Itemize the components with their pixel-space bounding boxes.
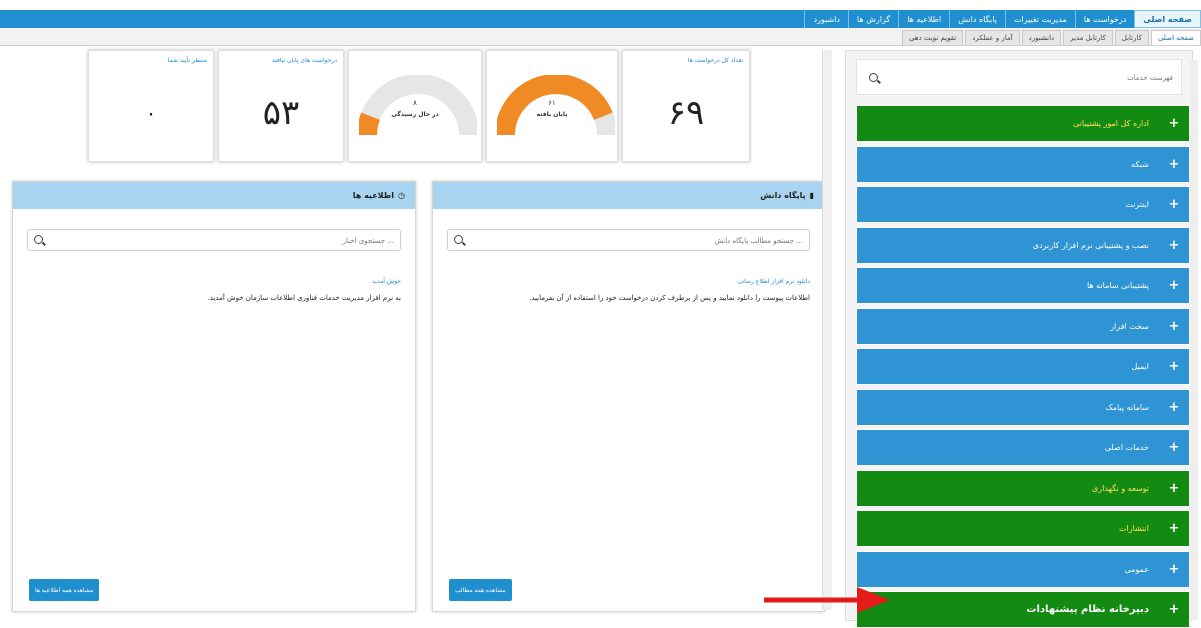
- sidebar-item-4[interactable]: + پشتیبانی سامانه ها: [856, 267, 1190, 304]
- knowledge-search-input[interactable]: [472, 233, 803, 248]
- sidebar-item-label: سخت افزار: [1110, 321, 1149, 331]
- plus-icon[interactable]: +: [1159, 228, 1189, 263]
- topnav-tab-dashboard[interactable]: داشبورد: [804, 10, 847, 28]
- sidebar-item-label: شبکه: [1131, 159, 1149, 169]
- subnav-tab-manager-cartable[interactable]: کارتابل مدیر: [1063, 30, 1113, 45]
- sidebar-item-label: عمومی: [1124, 564, 1149, 574]
- service-catalog-sidebar: + اداره کل امور پشتیبانی + شبکه + اینترنت + نصب…: [845, 50, 1193, 628]
- sidebar-item-3[interactable]: + نصب و پشتیبانی نرم افزار کاربردی: [856, 226, 1190, 264]
- view-all-articles-button[interactable]: مشاهده همه مطالب: [449, 579, 512, 601]
- sidebar-item-7[interactable]: + سامانه پیامک: [856, 388, 1190, 426]
- awaiting-approval-card[interactable]: منتظر تأیید شما ٠: [88, 50, 214, 162]
- pending-gauge-value: ۸: [413, 99, 417, 107]
- resolved-gauge-fill: [497, 75, 613, 136]
- plus-icon[interactable]: +: [1159, 471, 1189, 506]
- content-scrollbar[interactable]: [822, 50, 832, 610]
- sidebar-item-label: دبیرخانه نظام پیشنهادات: [1026, 604, 1149, 615]
- resolved-gauge-value: ۶۱: [548, 99, 556, 107]
- plus-icon[interactable]: +: [1159, 309, 1189, 344]
- plus-icon[interactable]: +: [1159, 592, 1189, 627]
- pending-gauge-label: در حال رسیدگی: [391, 111, 439, 118]
- statistics-area: تعداد کل درخواست ها ۶۹ ۶۱ پایان یافته ۸ …: [10, 50, 830, 165]
- sidebar-item-10[interactable]: + انتشارات: [856, 510, 1190, 547]
- resolved-gauge-card[interactable]: ۶۱ پایان یافته: [486, 50, 618, 162]
- announcements-header: اطلاعیه ها ◷: [13, 182, 415, 209]
- plus-icon[interactable]: +: [1159, 106, 1189, 141]
- sidebar-item-2[interactable]: + اینترنت: [856, 186, 1190, 223]
- pending-gauge-card[interactable]: ۸ در حال رسیدگی: [348, 50, 482, 162]
- plus-icon[interactable]: +: [1159, 187, 1189, 222]
- topnav-tab-home[interactable]: صفحه اصلی: [1134, 10, 1201, 28]
- sidebar-item-label: انتشارات: [1118, 524, 1149, 533]
- subnav-tab-cartable[interactable]: کارتابل: [1114, 30, 1149, 45]
- total-requests-label: تعداد کل درخواست ها: [687, 57, 743, 64]
- service-search-input[interactable]: [887, 70, 1173, 86]
- resolved-gauge-label: پایان یافته: [536, 111, 568, 118]
- knowledge-base-panel: پایگاه دانش ▮ دانلود نرم افزار اطلاع رسا…: [432, 181, 825, 612]
- sidebar-item-0[interactable]: + اداره کل امور پشتیبانی: [856, 105, 1190, 142]
- unresolved-requests-card[interactable]: درخواست های پایان نیافته ۵۳: [218, 50, 344, 162]
- book-icon: ▮: [809, 191, 814, 200]
- topnav-tab-announcements[interactable]: اطلاعیه ها: [898, 10, 949, 28]
- search-icon[interactable]: [869, 73, 878, 82]
- sidebar-item-label: پشتیبانی سامانه ها: [1086, 281, 1149, 290]
- awaiting-approval-value: ٠: [145, 101, 157, 125]
- sidebar-item-5[interactable]: + سخت افزار: [856, 307, 1190, 345]
- view-all-announcements-button[interactable]: مشاهده همه اطلاعیه ها: [29, 579, 100, 601]
- unresolved-requests-value: ۵۳: [262, 93, 300, 133]
- plus-icon[interactable]: +: [1159, 390, 1189, 425]
- sidebar-item-11[interactable]: + عمومی: [856, 550, 1190, 588]
- plus-icon[interactable]: +: [1159, 147, 1189, 182]
- sidebar-item-label: اداره کل امور پشتیبانی: [1073, 119, 1149, 128]
- knowledge-search-box[interactable]: [447, 229, 810, 251]
- plus-icon[interactable]: +: [1159, 552, 1189, 587]
- sidebar-item-label: توسعه و نگهداری: [1091, 483, 1149, 493]
- topnav-tab-change-management[interactable]: مدیریت تغییرات: [1004, 10, 1075, 28]
- subnav-tab-stats[interactable]: آمار و عملکرد: [965, 30, 1020, 45]
- announcement-text: به نرم افزار مدیریت خدمات فناوری اطلاعات…: [207, 294, 401, 302]
- announcements-title: اطلاعیه ها: [352, 191, 395, 200]
- sidebar-item-6[interactable]: + ایمیل: [856, 348, 1190, 385]
- total-requests-value: ۶۹: [667, 93, 705, 133]
- sidebar-item-8[interactable]: + خدمات اصلی: [856, 429, 1190, 466]
- announcement-link[interactable]: خوش آمدید: [372, 278, 401, 285]
- topnav-tab-requests[interactable]: درخواست ها: [1074, 10, 1134, 28]
- subnav-tab-dashboard[interactable]: دانشبورد: [1021, 30, 1062, 45]
- top-navigation-bar: صفحه اصلی درخواست ها مدیریت تغییرات پایگ…: [0, 10, 1201, 28]
- total-requests-card[interactable]: تعداد کل درخواست ها ۶۹: [622, 50, 750, 162]
- sidebar-scrollbar[interactable]: [1190, 60, 1198, 620]
- awaiting-approval-label: منتظر تأیید شما: [167, 57, 207, 64]
- sidebar-item-label: سامانه پیامک: [1105, 402, 1149, 412]
- sidebar-item-9[interactable]: + توسعه و نگهداری: [856, 469, 1190, 507]
- knowledge-article-text: اطلاعات پیوست را دانلود نمایید و پس از ب…: [529, 294, 810, 302]
- search-icon[interactable]: [454, 235, 463, 244]
- plus-icon[interactable]: +: [1159, 511, 1189, 546]
- topnav-tab-knowledge-base[interactable]: پایگاه دانش: [949, 10, 1005, 28]
- plus-icon[interactable]: +: [1159, 268, 1189, 303]
- sidebar-item-label: ایمیل: [1131, 362, 1149, 371]
- knowledge-base-header: پایگاه دانش ▮: [433, 182, 824, 209]
- clock-icon: ◷: [398, 191, 405, 200]
- sub-navigation-bar: صفحه اصلی کارتابل کارتابل مدیر دانشبورد …: [0, 28, 1201, 46]
- sidebar-item-label: نصب و پشتیبانی نرم افزار کاربردی: [1032, 240, 1149, 250]
- unresolved-requests-label: درخواست های پایان نیافته: [272, 57, 337, 64]
- subnav-tab-home[interactable]: صفحه اصلی: [1150, 30, 1201, 45]
- announcements-search-input[interactable]: [52, 233, 394, 248]
- knowledge-article-link[interactable]: دانلود نرم افزار اطلاع رسانی: [737, 278, 810, 285]
- red-arrow-annotation: [764, 587, 890, 613]
- sidebar-item-label: خدمات اصلی: [1104, 443, 1149, 452]
- sidebar-item-1[interactable]: + شبکه: [856, 145, 1190, 183]
- plus-icon[interactable]: +: [1159, 349, 1189, 384]
- knowledge-base-title: پایگاه دانش: [760, 191, 806, 200]
- search-icon[interactable]: [34, 235, 43, 244]
- sidebar-item-12[interactable]: + دبیرخانه نظام پیشنهادات: [856, 591, 1190, 628]
- plus-icon[interactable]: +: [1159, 430, 1189, 465]
- service-search-box[interactable]: [856, 59, 1182, 95]
- announcements-search-box[interactable]: [27, 229, 401, 251]
- subnav-tab-calendar[interactable]: تقویم نوبت دهی: [902, 30, 964, 45]
- announcements-panel: اطلاعیه ها ◷ خوش آمدید به نرم افزار مدیر…: [12, 181, 416, 612]
- pending-gauge-fill: [359, 112, 381, 136]
- topnav-tab-reports[interactable]: گزارش ها: [847, 10, 898, 28]
- sidebar-item-label: اینترنت: [1125, 200, 1149, 209]
